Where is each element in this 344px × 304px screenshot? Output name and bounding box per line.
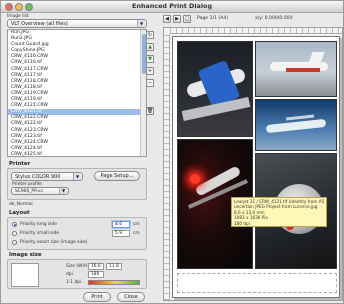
printer-panel: Stylus COLOR 900 ▼ Page Setup... Printer…: [7, 168, 147, 200]
title-bar: Enhanced Print Dialog: [1, 1, 343, 13]
preview-toolbar: ◀ ▶ □ Page 1/1 (A4) x/y: 0.000/0.000: [163, 15, 343, 25]
file-list-item[interactable]: CRW_4125.tif: [8, 152, 146, 156]
prev-page-icon[interactable]: ◀: [163, 15, 171, 23]
layout-section-title: Layout: [9, 210, 30, 216]
image-size-panel: Size (W/H) 16.6 11.8 dpi 180 1:1 dpi: [7, 259, 147, 289]
chevron-down-icon: ▼: [73, 173, 81, 180]
small-side-unit: cm: [133, 231, 140, 236]
file-items: Run.JPG Run2.JPG Count Guard.jpg CopyShine.…: [8, 30, 146, 156]
left-panel: Image list VLT Overview (all files) ▼ Ru…: [3, 14, 153, 302]
small-side-input[interactable]: 5.9: [112, 230, 130, 237]
vertical-ruler: [164, 34, 170, 300]
printer-profile-value: SC900_PP.icc: [15, 189, 44, 194]
image-filter-dropdown[interactable]: VLT Overview (all files) ▼: [7, 19, 147, 28]
long-side-unit: cm: [133, 222, 140, 227]
print-dialog-window: Enhanced Print Dialog Image list VLT Ove…: [0, 0, 344, 304]
priority-long-label: Priority long side: [20, 222, 57, 227]
chevron-down-icon: ▼: [137, 20, 145, 27]
move-up-icon[interactable]: ▲: [146, 43, 154, 51]
print-preview: Learjet 31 / CRW_4121.tif (identity from…: [163, 27, 343, 301]
quality-label: 1:1 dpi: [66, 280, 82, 285]
page-indicator: Page 1/1 (A4): [197, 16, 229, 21]
trash-icon[interactable]: 🗑: [146, 107, 154, 115]
printer-dropdown[interactable]: Stylus COLOR 900 ▼: [11, 172, 83, 181]
priority-long-radio[interactable]: [12, 222, 17, 227]
resolution-label: dpi: [66, 272, 73, 277]
remove-icon[interactable]: −: [146, 79, 154, 87]
window-title: Enhanced Print Dialog: [131, 2, 213, 10]
move-down-icon[interactable]: ▼: [146, 55, 154, 63]
page-setup-button[interactable]: Page Setup...: [94, 171, 140, 181]
horizontal-ruler: [170, 28, 342, 34]
printer-section-title: Printer: [9, 161, 31, 167]
file-list[interactable]: Run.JPG Run2.JPG Count Guard.jpg CopyShine.…: [7, 29, 147, 157]
next-page-icon[interactable]: ▶: [173, 15, 181, 23]
rotate-icon[interactable]: ↻: [146, 31, 154, 39]
photo-jet-runway[interactable]: [255, 41, 337, 97]
width-input[interactable]: 16.6: [88, 263, 104, 270]
image-size-section-title: Image size: [9, 252, 42, 258]
priority-small-label: Priority small side: [20, 231, 60, 236]
quality-meter: [88, 280, 140, 285]
cursor-readout: x/y: 0.000/0.000: [255, 16, 293, 21]
image-filter-value: VLT Overview (all files): [11, 21, 68, 27]
empty-slot: [177, 273, 337, 293]
printer-value: Stylus COLOR 900: [15, 174, 61, 180]
preview-page: Learjet 31 / CRW_4121.tif (identity from…: [172, 36, 340, 298]
priority-small-radio[interactable]: [12, 231, 17, 236]
priority-exact-label: Priority exact size (image size): [20, 240, 88, 245]
priority-exact-radio[interactable]: [12, 240, 17, 245]
close-button[interactable]: Close: [117, 292, 145, 302]
printer-profile-dropdown[interactable]: SC900_PP.icc ▼: [11, 187, 69, 195]
chevron-down-icon: ▼: [59, 188, 67, 194]
size-label: Size (W/H): [66, 264, 89, 269]
image-info-tooltip: Learjet 31 / CRW_4121.tif (identity from…: [231, 197, 327, 227]
resolution-input[interactable]: 180: [88, 271, 104, 278]
fit-page-icon[interactable]: □: [183, 15, 191, 23]
add-icon[interactable]: +: [146, 67, 154, 75]
tooltip-line-5: 180 dpi: [234, 220, 250, 226]
photo-jet-front[interactable]: [177, 41, 253, 137]
long-side-input[interactable]: 8.6: [112, 221, 130, 228]
photo-jet-sky[interactable]: [255, 99, 337, 151]
image-size-thumbnail: [11, 263, 39, 287]
height-input[interactable]: 11.8: [106, 263, 122, 270]
tool-strip: ↻ ▲ ▼ + − 🗑: [146, 31, 155, 231]
print-button[interactable]: Print: [83, 292, 111, 302]
layout-panel: Priority long side 8.6 cm Priority small…: [7, 217, 147, 250]
printer-extra-label: de_Normal: [9, 202, 33, 207]
